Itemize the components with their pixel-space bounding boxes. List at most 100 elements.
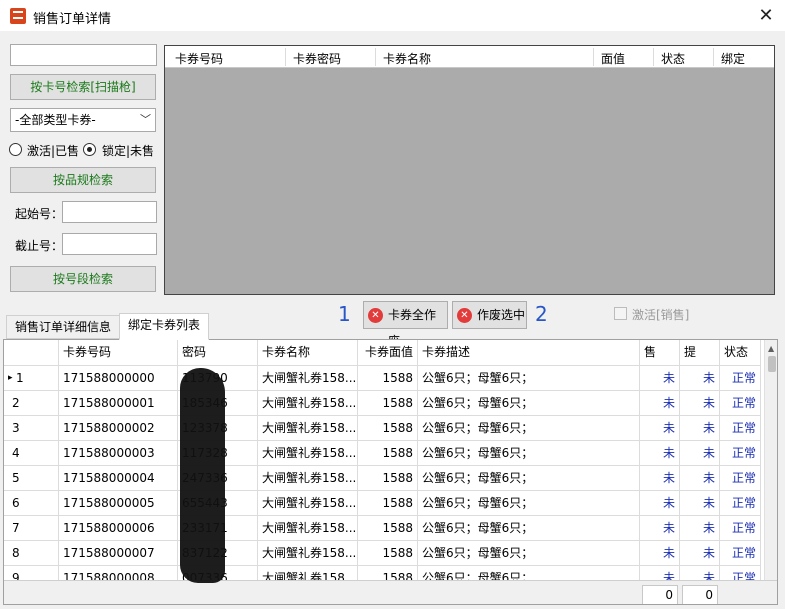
table-cell-value[interactable]: 1588 <box>358 516 418 540</box>
void-selected-button[interactable]: ✕ 作废选中 <box>452 301 527 329</box>
column-header[interactable]: 卡券密码 <box>293 50 341 67</box>
table-cell-name[interactable]: 大闸蟹礼券158... <box>258 516 358 540</box>
table-cell-name[interactable]: 大闸蟹礼券158... <box>258 541 358 565</box>
table-cell-no[interactable]: 171588000000 <box>59 366 178 390</box>
table-cell-idx[interactable]: 8 <box>4 541 59 565</box>
table-cell-idx[interactable]: 2 <box>4 391 59 415</box>
table-row[interactable]: 2171588000001185346大闸蟹礼券158...1588公蟹6只；母… <box>4 391 761 416</box>
scroll-thumb[interactable] <box>768 356 776 372</box>
table-cell-name[interactable]: 大闸蟹礼券158... <box>258 466 358 490</box>
table-cell-sold[interactable]: 未 <box>640 416 680 440</box>
table-cell-picked[interactable]: 未 <box>680 441 720 465</box>
table-cell-sold[interactable]: 未 <box>640 466 680 490</box>
table-cell-no[interactable]: 171588000002 <box>59 416 178 440</box>
card-number-input[interactable] <box>10 44 157 66</box>
close-icon[interactable]: ✕ <box>755 5 777 27</box>
card-type-select[interactable]: -全部类型卡券- ﹀ <box>10 108 156 132</box>
column-header[interactable]: 卡券号码 <box>59 340 178 365</box>
table-cell-status[interactable]: 正常 <box>720 391 761 415</box>
column-header[interactable]: 提 <box>680 340 720 365</box>
table-cell-desc[interactable]: 公蟹6只；母蟹6只； <box>418 466 640 490</box>
table-row[interactable]: 1171588000000113790大闸蟹礼券158...1588公蟹6只；母… <box>4 366 761 391</box>
table-cell-value[interactable]: 1588 <box>358 491 418 515</box>
tab-bound-cards[interactable]: 绑定卡券列表 <box>119 313 210 340</box>
column-header[interactable]: 绑定 <box>721 50 745 67</box>
table-cell-no[interactable]: 171588000004 <box>59 466 178 490</box>
column-header[interactable]: 面值 <box>601 50 625 67</box>
table-row[interactable]: 3171588000002123378大闸蟹礼券158...1588公蟹6只；母… <box>4 416 761 441</box>
table-row[interactable]: 5171588000004247336大闸蟹礼券158...1588公蟹6只；母… <box>4 466 761 491</box>
end-number-input[interactable] <box>62 233 157 255</box>
table-cell-name[interactable]: 大闸蟹礼券158... <box>258 391 358 415</box>
radio-locked[interactable] <box>83 143 96 156</box>
table-cell-status[interactable]: 正常 <box>720 541 761 565</box>
void-all-button[interactable]: ✕ 卡券全作废 <box>363 301 448 348</box>
column-header[interactable]: 状态 <box>720 340 761 365</box>
table-cell-no[interactable]: 171588000005 <box>59 491 178 515</box>
table-cell-no[interactable]: 171588000001 <box>59 391 178 415</box>
table-cell-no[interactable]: 171588000003 <box>59 441 178 465</box>
column-header[interactable]: 密码 <box>178 340 258 365</box>
table-cell-desc[interactable]: 公蟹6只；母蟹6只； <box>418 541 640 565</box>
table-cell-status[interactable]: 正常 <box>720 416 761 440</box>
table-row[interactable]: 8171588000007837122大闸蟹礼券158...1588公蟹6只；母… <box>4 541 761 566</box>
table-cell-sold[interactable]: 未 <box>640 441 680 465</box>
table-cell-value[interactable]: 1588 <box>358 391 418 415</box>
table-cell-name[interactable]: 大闸蟹礼券158... <box>258 491 358 515</box>
table-cell-picked[interactable]: 未 <box>680 541 720 565</box>
table-cell-value[interactable]: 1588 <box>358 441 418 465</box>
column-header[interactable]: 售 <box>640 340 680 365</box>
radio-activated[interactable] <box>9 143 22 156</box>
table-cell-idx[interactable]: 5 <box>4 466 59 490</box>
table-cell-no[interactable]: 171588000006 <box>59 516 178 540</box>
vertical-scrollbar[interactable]: ▲ <box>764 340 777 580</box>
table-cell-name[interactable]: 大闸蟹礼券158... <box>258 366 358 390</box>
column-header[interactable]: 卡券名称 <box>258 340 358 365</box>
table-cell-picked[interactable]: 未 <box>680 516 720 540</box>
column-header[interactable]: 卡券面值 <box>358 340 418 365</box>
table-cell-picked[interactable]: 未 <box>680 416 720 440</box>
bound-cards-grid[interactable]: 卡券号码 密码 卡券名称 卡券面值 卡券描述 售 提 状态 1 171588000… <box>3 339 778 605</box>
table-cell-status[interactable]: 正常 <box>720 491 761 515</box>
table-cell-value[interactable]: 1588 <box>358 416 418 440</box>
table-cell-idx[interactable]: 7 <box>4 516 59 540</box>
column-header[interactable]: 卡券号码 <box>175 50 223 67</box>
table-cell-desc[interactable]: 公蟹6只；母蟹6只； <box>418 491 640 515</box>
table-cell-name[interactable]: 大闸蟹礼券158... <box>258 416 358 440</box>
column-header[interactable]: 卡券描述 <box>418 340 640 365</box>
column-header[interactable]: 卡券名称 <box>383 50 431 67</box>
table-row[interactable]: 6171588000005655443大闸蟹礼券158...1588公蟹6只；母… <box>4 491 761 516</box>
table-cell-idx[interactable]: 4 <box>4 441 59 465</box>
table-cell-status[interactable]: 正常 <box>720 516 761 540</box>
column-header[interactable] <box>4 340 59 365</box>
spec-search-button[interactable]: 按品规检索 <box>10 167 156 193</box>
table-cell-status[interactable]: 正常 <box>720 466 761 490</box>
table-cell-idx[interactable]: 3 <box>4 416 59 440</box>
scroll-up-icon[interactable]: ▲ <box>768 344 774 353</box>
start-number-input[interactable] <box>62 201 157 223</box>
activate-sale-checkbox[interactable] <box>614 307 627 320</box>
table-cell-status[interactable]: 正常 <box>720 441 761 465</box>
table-cell-sold[interactable]: 未 <box>640 491 680 515</box>
table-row[interactable]: 4171588000003117328大闸蟹礼券158...1588公蟹6只；母… <box>4 441 761 466</box>
table-cell-value[interactable]: 1588 <box>358 541 418 565</box>
card-search-button[interactable]: 按卡号检索[扫描枪] <box>10 74 156 100</box>
table-cell-value[interactable]: 1588 <box>358 466 418 490</box>
table-cell-picked[interactable]: 未 <box>680 391 720 415</box>
table-cell-desc[interactable]: 公蟹6只；母蟹6只； <box>418 516 640 540</box>
table-cell-desc[interactable]: 公蟹6只；母蟹6只； <box>418 391 640 415</box>
search-result-grid[interactable]: 卡券号码 卡券密码 卡券名称 面值 状态 绑定 <box>164 45 775 295</box>
table-cell-picked[interactable]: 未 <box>680 491 720 515</box>
table-cell-sold[interactable]: 未 <box>640 391 680 415</box>
table-cell-sold[interactable]: 未 <box>640 541 680 565</box>
table-row[interactable]: 7171588000006233171大闸蟹礼券158...1588公蟹6只；母… <box>4 516 761 541</box>
table-cell-picked[interactable]: 未 <box>680 466 720 490</box>
table-cell-no[interactable]: 171588000007 <box>59 541 178 565</box>
table-cell-desc[interactable]: 公蟹6只；母蟹6只； <box>418 441 640 465</box>
table-cell-idx[interactable]: 6 <box>4 491 59 515</box>
table-cell-sold[interactable]: 未 <box>640 516 680 540</box>
tab-order-details[interactable]: 销售订单详细信息 <box>6 315 121 339</box>
range-search-button[interactable]: 按号段检索 <box>10 266 156 292</box>
table-cell-name[interactable]: 大闸蟹礼券158... <box>258 441 358 465</box>
table-cell-status[interactable]: 正常 <box>720 366 761 390</box>
